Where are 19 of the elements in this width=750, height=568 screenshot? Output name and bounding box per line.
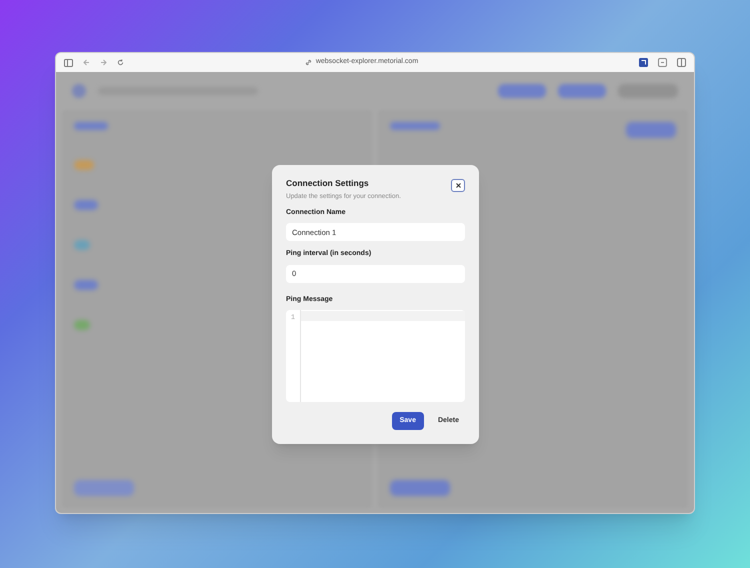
blurred-tag (74, 160, 94, 170)
blurred-tag (74, 320, 90, 330)
blurred-tag (74, 200, 98, 210)
link-icon (304, 59, 312, 66)
reload-icon[interactable] (117, 59, 124, 66)
forward-icon[interactable] (100, 59, 107, 66)
blurred-logo (72, 84, 86, 98)
reader-icon[interactable] (658, 58, 667, 67)
close-button[interactable] (451, 179, 465, 192)
blurred-header (390, 122, 440, 130)
split-view-icon[interactable] (677, 58, 686, 67)
close-icon (456, 183, 460, 188)
dialog-title: Connection Settings (286, 177, 370, 190)
blurred-tag (74, 240, 90, 250)
blurred-tag (74, 280, 98, 290)
back-icon[interactable] (83, 59, 90, 66)
extension-icon[interactable] (639, 58, 648, 67)
sidebar-icon[interactable] (64, 58, 73, 66)
blurred-header (74, 122, 108, 130)
